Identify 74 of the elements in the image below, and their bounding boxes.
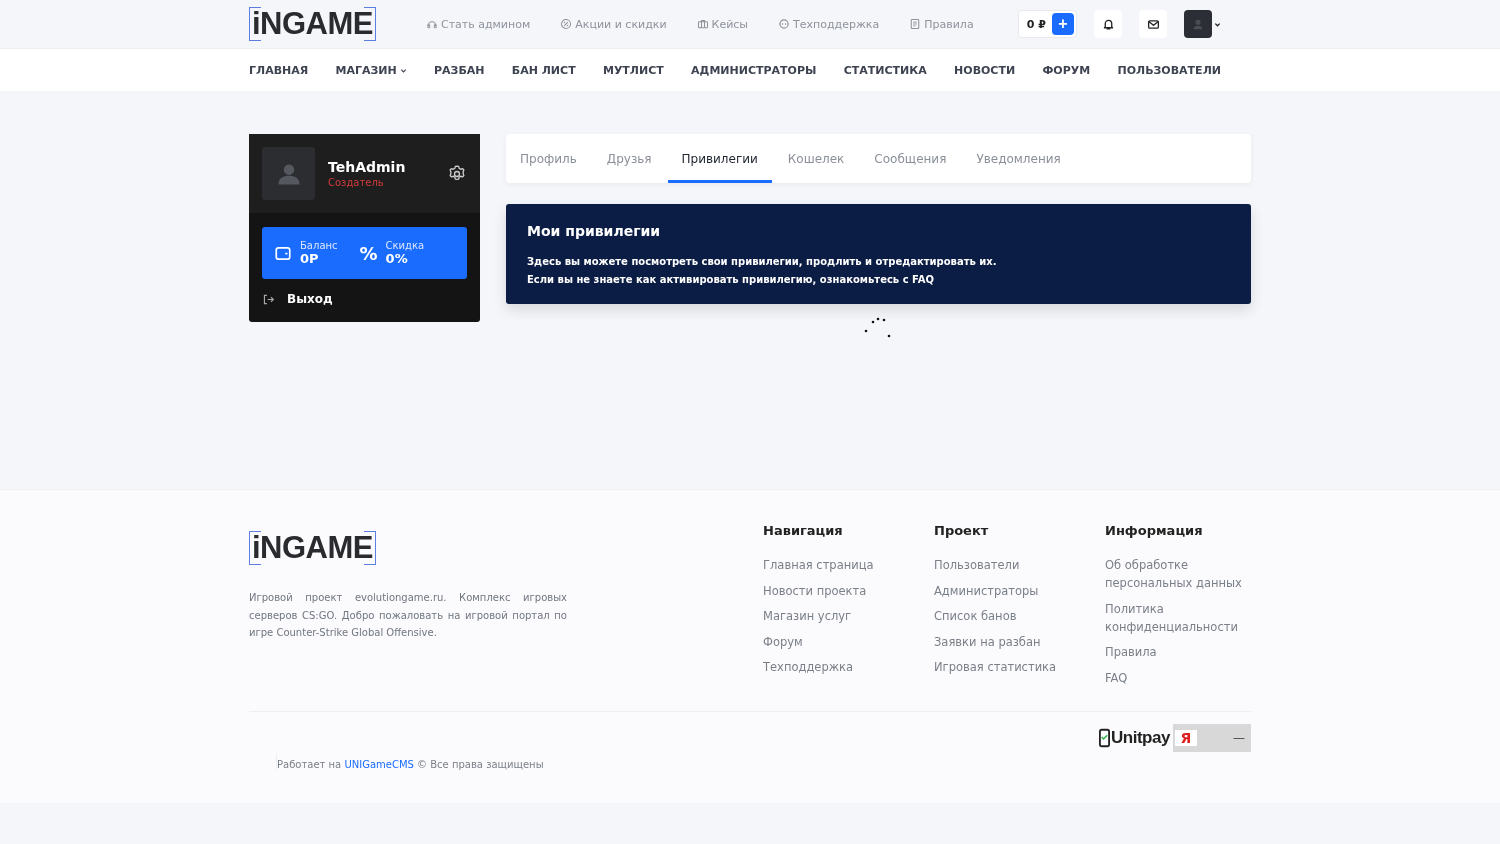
user-role: Создатель [328,177,385,188]
footer-link[interactable]: Об обработке персональных данных [1105,556,1251,592]
footer-link[interactable]: Главная страница [763,556,934,574]
footer-link[interactable]: Правила [1105,643,1251,661]
profile-tab[interactable]: Уведомления [962,134,1075,183]
bell-icon [1101,17,1115,31]
footer-heading: Проект [934,523,990,538]
balance-value: 0Р [300,251,320,266]
banner-title: Мои привилегии [527,223,662,239]
copyright-text: Работает на UNIGameCMS © Все права защищены [276,754,544,770]
footer-link[interactable]: Политика конфиденциальности [1105,599,1251,636]
balance-label: Баланс [300,240,338,251]
footer-heading: Информация [1105,523,1204,538]
header-link[interactable]: Кейсы [696,17,749,31]
add-funds-button[interactable]: + [1052,13,1074,35]
nav-link[interactable]: ФОРУМ [1042,63,1091,77]
logo[interactable]: iNGAME [249,7,376,41]
nav-link[interactable]: БАН ЛИСТ [511,63,576,77]
profile-tab[interactable]: Профиль [506,134,591,183]
support-face-icon [778,18,791,30]
header-link[interactable]: Правила [909,17,974,31]
headset-icon [426,18,438,30]
banner-text: Здесь вы можете посмотреть свои привилегии, продлить и отредактировать их. [527,255,998,269]
footer-link[interactable]: FAQ [1105,668,1251,687]
envelope-icon [1146,17,1160,31]
balance-amount: 0 ₽ [1025,17,1046,31]
nav-link[interactable]: СТАТИСТИКА [843,63,927,77]
username: TehAdmin [328,159,406,175]
wallet-icon [274,244,292,262]
footer-link[interactable]: Игровая статистика [934,658,1105,676]
payment-badge: Я [1174,730,1197,746]
profile-tab[interactable]: Сообщения [860,134,961,183]
footer-logo[interactable]: iNGAME [249,531,376,565]
exit-icon [262,292,275,306]
payment-brand: Unitpay [1111,728,1170,748]
percent-sign: % [359,242,378,264]
banner-text: Если вы не знаете как активировать привилегию, ознакомьтесь с FAQ [527,273,935,287]
nav-link[interactable]: МУТЛИСТ [602,63,664,77]
discount-value: 0% [385,251,409,266]
header-link[interactable]: Акции и скидки [560,17,667,31]
footer-link[interactable]: Список банов [934,607,1105,625]
nav-link[interactable]: МАГАЗИН [335,63,407,77]
messages-button[interactable] [1139,10,1167,38]
profile-tab[interactable]: Друзья [592,134,666,183]
footer-link[interactable]: Форум [763,632,934,651]
nav-link[interactable]: НОВОСТИ [954,63,1016,77]
caret-icon[interactable] [1214,20,1221,28]
document-icon [909,18,922,30]
nav-link[interactable]: АДМИНИСТРАТОРЫ [691,63,817,77]
user-silhouette-icon [1191,17,1205,31]
footer-link[interactable]: Заявки на разбан [934,632,1105,651]
footer-heading: Навигация [763,523,844,538]
cms-link[interactable]: UNIGameCMS [344,759,414,770]
footer-link[interactable]: Новости проекта [763,581,934,600]
profile-tab[interactable]: Кошелек [773,134,859,183]
phone-icon [1099,728,1110,748]
notifications-button[interactable] [1094,10,1122,38]
footer-link[interactable]: Техподдержка [763,658,934,676]
nav-link[interactable]: РАЗБАН [434,63,485,77]
footer-link[interactable]: Пользователи [934,556,1105,574]
briefcase-icon [696,18,709,30]
payment-widget[interactable]: Unitpay Я — [1099,724,1251,752]
header-link[interactable]: Техподдержка [778,17,880,31]
nav-link[interactable]: ПОЛЬЗОВАТЕЛИ [1117,63,1221,77]
nav-link[interactable]: ГЛАВНАЯ [249,63,309,77]
header-link[interactable]: Стать админом [426,17,531,31]
footer-description: Игровой проект evolutiongame.ru. Комплекс игровых серверов CS:GO. Добро пожаловать на игровой портал по игре Counter-Strike Global Offensive. [249,591,567,640]
collapse-mark[interactable]: — [1233,731,1245,745]
discount-label: Скидка [385,240,425,251]
percent-badge-icon [560,18,573,30]
footer-link[interactable]: Администраторы [934,581,1105,600]
logout-link[interactable]: Выход [262,279,467,322]
profile-tab[interactable]: Привилегии [667,134,772,183]
footer-link[interactable]: Магазин услуг [763,607,934,625]
